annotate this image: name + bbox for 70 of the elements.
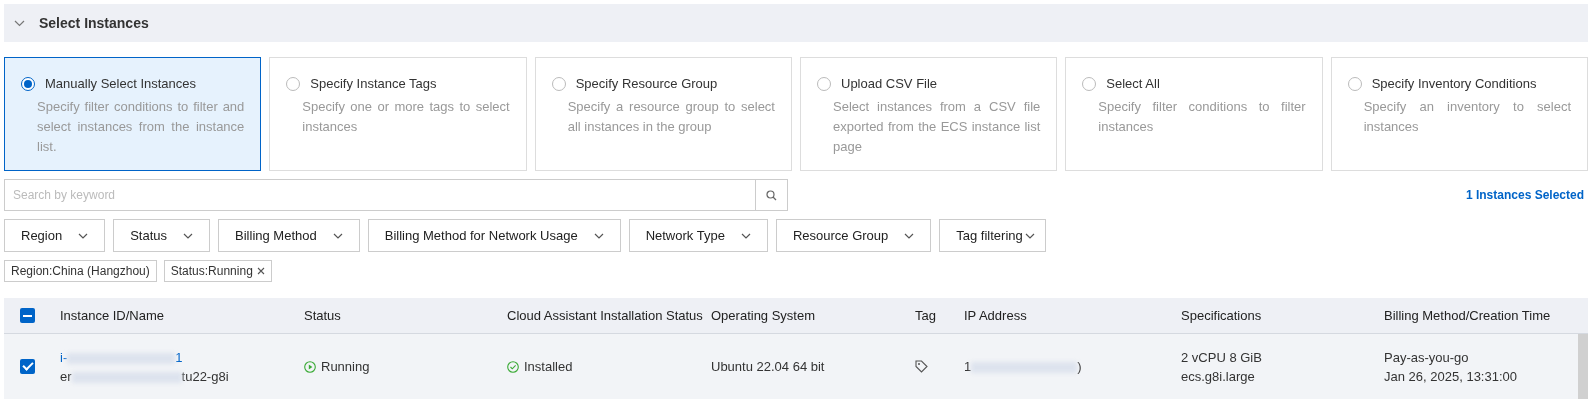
checkbox[interactable] [20, 359, 35, 374]
table-cell-text: ecs.g8i.large [1181, 368, 1256, 384]
option-label: Upload CSV File [841, 76, 938, 91]
column-header: Specifications [1181, 308, 1263, 323]
option-card[interactable]: Upload CSV File Select instances from a CSV file exported from the ECS instance list page [800, 57, 1058, 171]
radio-button[interactable] [1347, 76, 1362, 91]
checkbox[interactable] [20, 308, 35, 323]
status-text: Running [321, 359, 370, 374]
collapse-icon[interactable] [14, 19, 25, 27]
column-header: IP Address [964, 308, 1028, 323]
tag-text: Region:China (Hangzhou) [11, 264, 150, 278]
instance-name: er tu22-g8i [60, 368, 230, 384]
ip-address: 1 ) [964, 359, 1083, 374]
instance-id-link[interactable]: i- 1 [60, 349, 304, 365]
search-field[interactable]: Search by keyword [4, 179, 756, 211]
filter-dropdown[interactable]: Tag filtering [939, 219, 1046, 252]
column-header: Cloud Assistant Installation Status [507, 308, 704, 323]
chevron-icon [183, 232, 194, 239]
table-cell-text: Jan 26, 2025, 13:31:00 [1384, 368, 1518, 384]
close-icon[interactable] [256, 267, 265, 275]
table-cell-text: Ubuntu 22.04 64 bit [711, 359, 826, 374]
table-cell-text: 2 vCPU 8 GiB [1181, 349, 1263, 365]
option-description: Specify an inventory to select instances [1363, 98, 1571, 136]
chevron-icon [593, 232, 604, 239]
option-card[interactable]: Manually Select Instances Specify filter conditions to filter and select instances from the instance list. [4, 57, 262, 171]
radio-button[interactable] [1082, 76, 1097, 91]
option-card[interactable]: Specify Resource Group Specify a resource group to select all instances in the group [534, 57, 792, 171]
radio-button[interactable] [21, 76, 35, 91]
scrollbar[interactable] [1578, 334, 1588, 399]
option-description: Specify filter conditions to filter and select instances from the instance list. [37, 98, 245, 156]
option-label: Specify Inventory Conditions [1371, 76, 1537, 91]
filter-dropdown[interactable]: Region [4, 219, 106, 252]
selection-count: 1 Instances Selected [1465, 188, 1584, 202]
column-header: Tag [915, 308, 937, 323]
option-card[interactable]: Select All Specify filter conditions to filter instances [1065, 57, 1323, 171]
option-label: Select All [1106, 76, 1160, 91]
option-description: Specify a resource group to select all instances in the group [567, 98, 775, 136]
chevron-icon [1024, 232, 1035, 239]
filter-dropdown[interactable]: Network Type [628, 219, 768, 252]
column-header: Billing Method/Creation Time [1384, 308, 1552, 323]
option-label: Specify Instance Tags [310, 76, 437, 91]
option-card[interactable]: Specify Instance Tags Specify one or more tags to select instances [269, 57, 527, 171]
install-status: Installed [524, 359, 573, 374]
column-header: Instance ID/Name [60, 308, 166, 323]
chevron-icon [78, 232, 89, 239]
option-label: Specify Resource Group [575, 76, 718, 91]
column-header: Status [304, 308, 342, 323]
tag-icon[interactable] [915, 360, 928, 373]
chevron-icon [904, 232, 915, 239]
filter-dropdown[interactable]: Status [113, 219, 211, 252]
option-description: Select instances from a CSV file exported from the ECS instance list page [833, 98, 1041, 156]
option-card[interactable]: Specify Inventory Conditions Specify an inventory to select instances [1330, 57, 1588, 171]
column-header: Operating System [711, 308, 817, 323]
table-cell-text: Pay-as-you-go [1384, 349, 1470, 365]
option-description: Specify one or more tags to select instances [302, 98, 510, 136]
radio-button[interactable] [551, 76, 566, 91]
play-icon [304, 360, 316, 373]
section-title: Select Instances [39, 15, 149, 31]
tag-text: Status:Running [170, 264, 253, 278]
filter-dropdown[interactable]: Billing Method for Network Usage [367, 219, 621, 252]
search-icon[interactable] [756, 179, 788, 211]
check-circle-icon [507, 360, 519, 373]
option-description: Specify filter conditions to filter instances [1098, 98, 1306, 136]
chevron-icon [740, 232, 751, 239]
option-label: Manually Select Instances [45, 76, 197, 91]
radio-button[interactable] [286, 76, 301, 91]
chevron-icon [332, 232, 343, 239]
filter-dropdown[interactable]: Resource Group [775, 219, 932, 252]
filter-dropdown[interactable]: Billing Method [218, 219, 360, 252]
radio-button[interactable] [817, 76, 831, 91]
